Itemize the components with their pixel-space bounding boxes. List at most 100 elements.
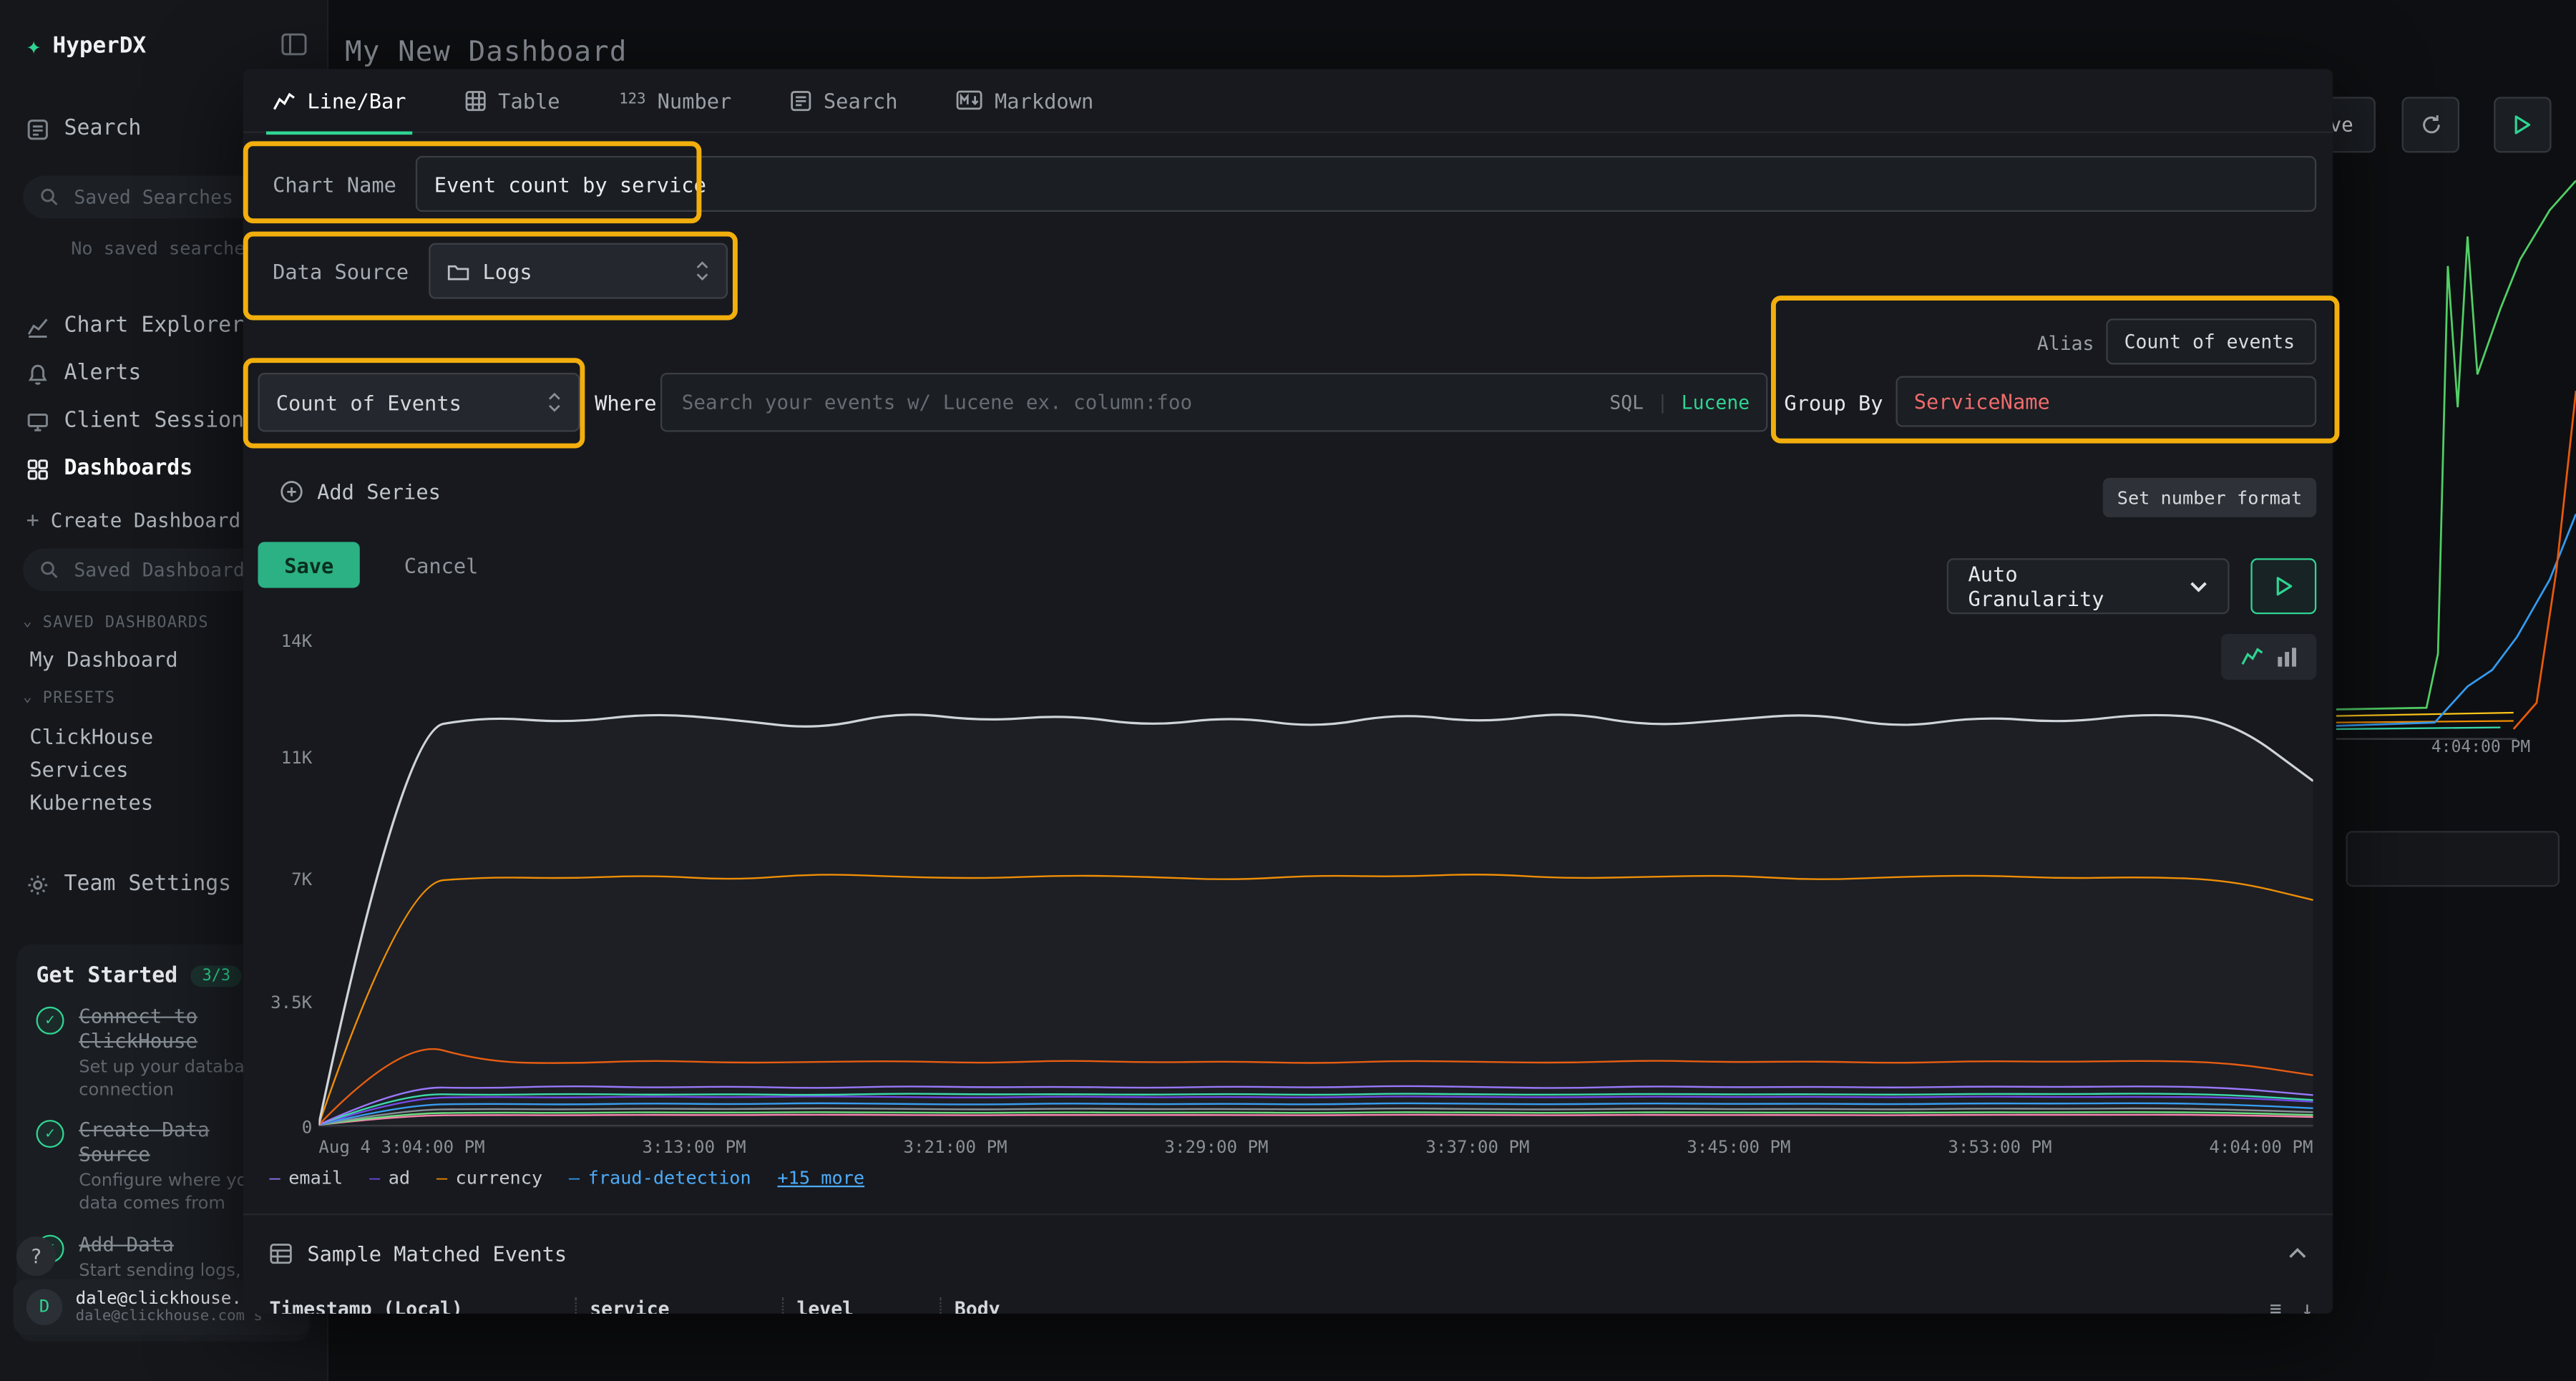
plus-icon: + bbox=[26, 508, 39, 532]
check-circle-icon: ✓ bbox=[36, 1007, 64, 1035]
select-chevrons-icon bbox=[695, 260, 710, 283]
tab-line-bar[interactable]: Line/Bar bbox=[273, 69, 406, 132]
background-input-bar[interactable] bbox=[2346, 831, 2560, 887]
editor-tabs: Line/Bar Table 123 Number Search bbox=[243, 69, 2333, 133]
alias-input[interactable] bbox=[2106, 318, 2316, 364]
data-source-row: Data Source Logs bbox=[273, 243, 727, 299]
granularity-value: Auto Granularity bbox=[1968, 562, 2157, 611]
tab-label: Table bbox=[498, 88, 560, 112]
background-chart bbox=[2336, 161, 2576, 746]
alias-label: Alias bbox=[2037, 332, 2094, 355]
legend-swatch: — bbox=[436, 1168, 447, 1189]
sidebar-item-label: Alerts bbox=[64, 361, 142, 386]
tab-table[interactable]: Table bbox=[465, 69, 560, 132]
legend-item-fraud-detection[interactable]: — fraud-detection bbox=[569, 1168, 751, 1189]
tab-label: Line/Bar bbox=[307, 88, 406, 112]
events-table-header: Timestamp (Local) service level Body ≡ ↓ bbox=[270, 1287, 2313, 1314]
data-source-select[interactable]: Logs bbox=[429, 243, 728, 299]
refresh-button[interactable] bbox=[2402, 97, 2459, 152]
tab-label: Markdown bbox=[995, 88, 1093, 112]
sidebar-item-label: Client Sessions bbox=[64, 409, 258, 433]
chart-type-toggle[interactable] bbox=[2221, 634, 2316, 680]
sidebar-item-label: Chart Explorer bbox=[64, 313, 245, 338]
markdown-icon bbox=[957, 90, 983, 110]
get-started-title: Get Started bbox=[36, 964, 178, 988]
column-header-body[interactable]: Body bbox=[940, 1297, 2270, 1314]
x-tick: 3:37:00 PM bbox=[1425, 1138, 1529, 1158]
data-source-value: Logs bbox=[483, 258, 532, 283]
chart-legend: — email — ad — currency — fraud-detectio… bbox=[270, 1168, 865, 1189]
search-nav-icon bbox=[26, 117, 49, 140]
brand-name: HyperDX bbox=[53, 33, 147, 59]
section-divider bbox=[243, 1214, 2333, 1215]
app-window: ✦ HyperDX Search No saved searches Chart… bbox=[0, 0, 2576, 1381]
help-button[interactable]: ? bbox=[16, 1236, 56, 1276]
where-label: Where bbox=[595, 391, 656, 415]
run-query-button[interactable] bbox=[2250, 558, 2316, 614]
x-tick: 3:21:00 PM bbox=[903, 1138, 1007, 1158]
table-icon bbox=[465, 89, 487, 111]
set-number-format-button[interactable]: Set number format bbox=[2103, 478, 2316, 517]
y-tick: 3.5K bbox=[243, 993, 312, 1013]
background-axis-time: 4:04:00 PM bbox=[2431, 739, 2530, 757]
bell-icon bbox=[26, 362, 49, 385]
tab-number[interactable]: 123 Number bbox=[619, 69, 731, 132]
bar-chart-icon bbox=[2276, 647, 2298, 667]
chart-explorer-icon bbox=[26, 314, 49, 337]
play-icon bbox=[2514, 115, 2532, 135]
save-button[interactable]: Save bbox=[258, 542, 360, 587]
section-label: SAVED DASHBOARDS bbox=[43, 613, 209, 631]
avatar: D bbox=[26, 1289, 63, 1324]
tab-markdown[interactable]: Markdown bbox=[957, 69, 1093, 132]
tab-search[interactable]: Search bbox=[791, 69, 898, 132]
x-tick: 3:45:00 PM bbox=[1687, 1138, 1790, 1158]
where-input[interactable] bbox=[678, 389, 1596, 416]
plus-circle-icon bbox=[279, 479, 303, 504]
screen: ✦ HyperDX Search No saved searches Chart… bbox=[0, 0, 2576, 1381]
legend-swatch: — bbox=[270, 1168, 280, 1189]
column-header-service[interactable]: service bbox=[575, 1297, 782, 1314]
event-count-chart[interactable] bbox=[318, 639, 2313, 1128]
legend-label: currency bbox=[456, 1168, 543, 1189]
y-tick: 11K bbox=[243, 748, 312, 768]
legend-label: email bbox=[288, 1168, 343, 1189]
brand-row: ✦ HyperDX bbox=[0, 0, 327, 62]
sql-mode-toggle[interactable]: SQL bbox=[1609, 391, 1644, 414]
x-tick: 3:53:00 PM bbox=[1948, 1138, 2051, 1158]
legend-more-link[interactable]: +15 more bbox=[777, 1168, 864, 1189]
section-label: PRESETS bbox=[43, 689, 116, 707]
aggregation-select[interactable]: Count of Events bbox=[258, 373, 580, 432]
add-series-button[interactable]: Add Series bbox=[279, 479, 441, 504]
search-icon bbox=[39, 560, 59, 580]
folder-icon bbox=[447, 260, 469, 282]
sidebar-collapse-icon[interactable] bbox=[281, 33, 308, 56]
legend-item-ad[interactable]: — ad bbox=[369, 1168, 410, 1189]
chart-name-input[interactable] bbox=[416, 156, 2316, 212]
document-list-icon bbox=[791, 89, 812, 111]
sidebar-item-label: Search bbox=[64, 117, 142, 141]
legend-item-currency[interactable]: — currency bbox=[436, 1168, 542, 1189]
chart-editor-panel: Line/Bar Table 123 Number Search bbox=[243, 69, 2333, 1314]
legend-item-email[interactable]: — email bbox=[270, 1168, 343, 1189]
live-play-button[interactable] bbox=[2494, 97, 2551, 152]
x-tick: 3:13:00 PM bbox=[642, 1138, 746, 1158]
sample-matched-events-header[interactable]: Sample Matched Events bbox=[270, 1231, 2307, 1274]
cancel-button[interactable]: Cancel bbox=[384, 542, 498, 587]
column-header-level[interactable]: level bbox=[782, 1297, 940, 1314]
legend-label: fraud-detection bbox=[588, 1168, 751, 1189]
download-icon[interactable]: ↓ bbox=[2301, 1297, 2313, 1314]
line-chart-icon bbox=[273, 89, 296, 111]
column-header-timestamp[interactable]: Timestamp (Local) bbox=[270, 1297, 575, 1314]
select-chevrons-icon bbox=[547, 391, 562, 414]
chevron-up-icon[interactable] bbox=[2288, 1247, 2306, 1259]
play-icon bbox=[2275, 577, 2293, 597]
filter-icon[interactable]: ≡ bbox=[2270, 1297, 2282, 1314]
chevron-down-icon: ⌄ bbox=[23, 690, 33, 706]
y-tick: 7K bbox=[243, 870, 312, 890]
x-tick: 4:04:00 PM bbox=[2209, 1138, 2313, 1158]
lucene-mode-toggle[interactable]: Lucene bbox=[1682, 391, 1750, 414]
legend-label: ad bbox=[389, 1168, 410, 1189]
group-by-input[interactable] bbox=[1896, 376, 2316, 427]
granularity-select[interactable]: Auto Granularity bbox=[1947, 558, 2230, 614]
check-circle-icon: ✓ bbox=[36, 1121, 64, 1148]
